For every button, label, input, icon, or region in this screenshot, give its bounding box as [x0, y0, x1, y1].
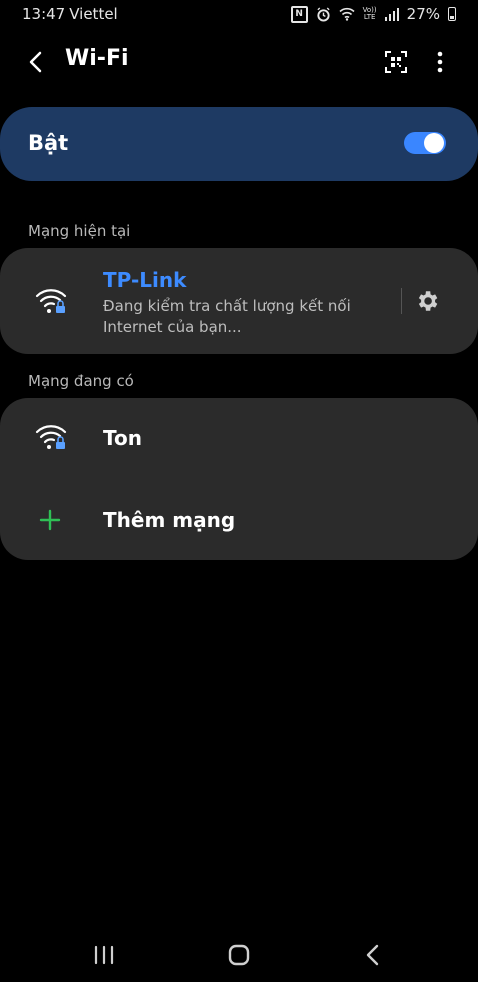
current-network-status: Đang kiểm tra chất lượng kết nối Interne… — [103, 297, 351, 336]
volte-bottom-text: LTE — [363, 13, 376, 21]
wifi-toggle-label: Bật — [28, 131, 69, 155]
navigation-bar — [0, 930, 478, 982]
current-network-card[interactable]: TP-Link Đang kiểm tra chất lượng kết nối… — [0, 248, 478, 354]
current-network-header: Mạng hiện tại — [28, 222, 131, 240]
available-networks-header: Mạng đang có — [28, 372, 134, 390]
more-options-button[interactable] — [428, 48, 452, 76]
signal-icon — [384, 7, 399, 21]
back-button[interactable] — [22, 48, 50, 76]
home-icon[interactable] — [227, 943, 251, 967]
battery-icon — [448, 7, 456, 21]
status-time: 13:47 — [22, 5, 66, 23]
qr-scan-icon — [385, 51, 407, 73]
available-networks-card: Ton Thêm mạng — [0, 398, 478, 560]
wifi-lock-icon — [35, 425, 67, 449]
status-left: 13:47 Viettel — [22, 5, 118, 23]
switch-knob — [424, 133, 444, 153]
wifi-switch[interactable] — [404, 132, 446, 154]
page-title: Wi-Fi — [65, 46, 129, 71]
chevron-left-icon — [29, 51, 42, 73]
app-bar: Wi-Fi — [0, 34, 478, 90]
network-name: Ton — [103, 426, 142, 450]
volte-icon: Vo)) LTE — [363, 7, 377, 21]
wifi-toggle-card[interactable]: Bật — [0, 107, 478, 181]
back-icon[interactable] — [363, 943, 383, 967]
divider — [401, 288, 402, 314]
more-vert-icon — [437, 51, 443, 73]
wifi-lock-icon — [35, 289, 67, 313]
status-carrier: Viettel — [69, 5, 118, 23]
nfc-icon: N — [290, 5, 308, 23]
add-network-label: Thêm mạng — [103, 508, 236, 532]
status-bar: 13:47 Viettel N Vo)) LTE 27% — [0, 0, 478, 28]
recents-icon[interactable] — [93, 945, 115, 965]
plus-icon — [39, 509, 61, 531]
current-network-name: TP-Link — [103, 268, 187, 292]
gear-icon[interactable] — [414, 288, 440, 314]
qr-scan-button[interactable] — [382, 48, 410, 76]
wifi-status-icon — [339, 7, 355, 21]
add-network-button[interactable]: Thêm mạng — [0, 480, 478, 560]
status-right: N Vo)) LTE 27% — [290, 5, 456, 23]
network-item-ton[interactable]: Ton — [0, 398, 478, 480]
alarm-icon — [316, 6, 331, 22]
battery-percent: 27% — [406, 5, 440, 23]
